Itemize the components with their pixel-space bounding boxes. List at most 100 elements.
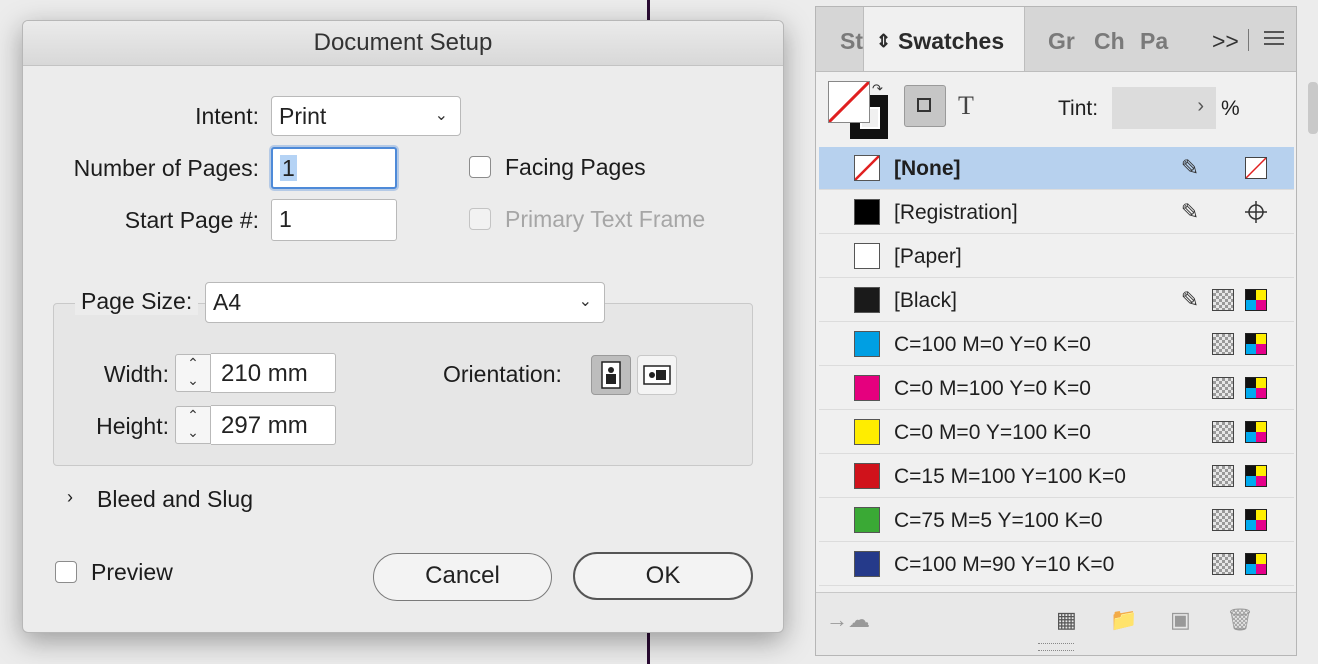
swatch-name: C=100 M=90 Y=10 K=0 <box>894 553 1115 576</box>
panel-menu-icon[interactable] <box>1264 31 1284 45</box>
tint-input[interactable]: › <box>1112 87 1216 129</box>
cancel-button[interactable]: Cancel <box>373 553 552 601</box>
cmyk-mode-icon <box>1245 289 1267 311</box>
scrollbar-thumb[interactable] <box>1308 82 1318 134</box>
swap-icon[interactable]: ↷ <box>872 81 883 97</box>
swatch-color-chip <box>854 375 880 401</box>
swatch-name: [Paper] <box>894 245 962 268</box>
new-color-group-icon[interactable]: 📁 <box>1110 607 1137 633</box>
swatch-row[interactable]: [Registration] ✎ <box>819 191 1294 234</box>
tab-gradient[interactable]: Gr <box>1048 7 1075 71</box>
document-setup-dialog: Document Setup Intent: Print ⌄ Number of… <box>22 20 784 633</box>
primary-text-frame-label: Primary Text Frame <box>505 206 706 232</box>
start-page-input[interactable]: 1 <box>271 199 397 241</box>
number-of-pages-label: Number of Pages: <box>73 155 259 181</box>
panel-overflow-button[interactable]: >> <box>1212 7 1239 71</box>
swatch-name: C=100 M=0 Y=0 K=0 <box>894 333 1091 356</box>
intent-select[interactable]: Print ⌄ <box>271 96 461 136</box>
swatch-name: [Registration] <box>894 201 1018 224</box>
swatch-color-chip <box>854 331 880 357</box>
cmyk-mode-icon <box>1245 553 1267 575</box>
cmyk-mode-icon <box>1245 333 1267 355</box>
tab-swatches-label: Swatches <box>898 28 1005 54</box>
facing-pages-checkbox[interactable] <box>469 156 491 178</box>
intent-label: Intent: <box>195 103 259 129</box>
delete-swatch-icon[interactable]: 🗑 <box>1226 607 1254 633</box>
height-input[interactable]: 297 mm <box>211 405 336 445</box>
panel-bottom-bar: →☁ ▦ 📁 ▣ 🗑 <box>816 592 1296 655</box>
swatch-color-chip <box>854 199 880 225</box>
start-page-label: Start Page #: <box>124 207 259 233</box>
height-label: Height: <box>96 413 169 439</box>
new-swatch-icon[interactable]: ▣ <box>1170 607 1191 633</box>
swatch-color-chip <box>854 419 880 445</box>
cmyk-mode-icon <box>1245 377 1267 399</box>
swatch-row[interactable]: C=0 M=100 Y=0 K=0 <box>819 367 1294 410</box>
width-input[interactable]: 210 mm <box>211 353 336 393</box>
number-of-pages-input[interactable]: 1 <box>271 147 397 189</box>
chevron-up-icon: ⌃ <box>187 407 199 423</box>
swatch-color-chip <box>854 551 880 577</box>
swatch-color-chip <box>854 155 880 181</box>
ok-button[interactable]: OK <box>573 552 753 600</box>
page-size-select[interactable]: A4 ⌄ <box>205 282 605 323</box>
preview-checkbox[interactable] <box>55 561 77 583</box>
chevron-down-icon: ⌄ <box>578 293 592 310</box>
swatches-panel: St ⇕ Swatches Gr Ch Pa >> ↷ T Tint: › % … <box>815 6 1297 656</box>
tab-paragraph[interactable]: Pa <box>1140 7 1168 71</box>
landscape-icon <box>643 365 671 385</box>
chevron-right-icon[interactable]: › <box>67 487 73 508</box>
process-color-icon <box>1212 553 1234 575</box>
page-edge-line <box>647 632 650 664</box>
facing-pages-label[interactable]: Facing Pages <box>505 154 646 181</box>
fill-proxy-icon[interactable] <box>828 81 870 123</box>
swatch-row[interactable]: C=15 M=100 Y=100 K=0 <box>819 455 1294 498</box>
chevron-down-icon: ⌄ <box>187 424 199 440</box>
preview-label[interactable]: Preview <box>91 559 173 586</box>
chevron-right-icon: › <box>1197 95 1204 117</box>
tab-swatches[interactable]: ⇕ Swatches <box>863 7 1025 71</box>
dialog-title: Document Setup <box>23 21 783 66</box>
resize-grip[interactable] <box>1038 643 1074 651</box>
divider <box>1248 29 1249 51</box>
swatch-row[interactable]: C=0 M=0 Y=100 K=0 <box>819 411 1294 454</box>
height-stepper[interactable]: ⌃ ⌄ <box>175 406 211 444</box>
tab-stroke[interactable]: St <box>840 7 863 71</box>
swatch-row[interactable]: [Black] ✎ <box>819 279 1294 322</box>
swatch-row[interactable]: [Paper] <box>819 235 1294 278</box>
none-fill-icon <box>829 82 869 122</box>
start-page-value: 1 <box>279 206 292 232</box>
page-size-value: A4 <box>213 289 242 315</box>
page-size-label: Page Size: <box>75 288 199 315</box>
cmyk-mode-icon <box>1245 421 1267 443</box>
cmyk-mode-icon <box>1245 509 1267 531</box>
tint-label: Tint: <box>1058 97 1099 120</box>
cc-library-icon[interactable]: →☁ <box>826 607 870 633</box>
show-swatch-kinds-icon[interactable]: ▦ <box>1056 607 1077 633</box>
portrait-orientation-button[interactable] <box>591 355 631 395</box>
swatch-row[interactable]: C=100 M=0 Y=0 K=0 <box>819 323 1294 366</box>
formatting-container-button[interactable] <box>904 85 946 127</box>
swatch-color-chip <box>854 463 880 489</box>
number-of-pages-value: 1 <box>280 155 297 181</box>
primary-text-frame-checkbox[interactable] <box>469 208 491 230</box>
swatch-color-chip <box>854 243 880 269</box>
swatch-name: [Black] <box>894 289 958 312</box>
landscape-orientation-button[interactable] <box>637 355 677 395</box>
chevron-updown-icon: ⇕ <box>876 31 892 51</box>
bleed-and-slug-toggle[interactable]: Bleed and Slug <box>97 486 253 513</box>
chevron-down-icon: ⌄ <box>434 107 448 124</box>
swatch-row[interactable]: C=75 M=5 Y=100 K=0 <box>819 499 1294 542</box>
registration-icon <box>1245 201 1267 223</box>
swatch-row[interactable]: C=100 M=90 Y=10 K=0 <box>819 543 1294 586</box>
locked-pencil-icon: ✎ <box>1180 287 1200 312</box>
chevron-up-icon: ⌃ <box>187 355 199 371</box>
locked-pencil-icon: ✎ <box>1180 199 1200 224</box>
width-stepper[interactable]: ⌃ ⌄ <box>175 354 211 392</box>
swatch-color-chip <box>854 507 880 533</box>
process-color-icon <box>1212 333 1234 355</box>
tab-character[interactable]: Ch <box>1094 7 1125 71</box>
swatch-row[interactable]: [None] ✎ <box>819 147 1294 190</box>
formatting-text-button[interactable]: T <box>958 91 974 121</box>
intent-value: Print <box>279 103 327 129</box>
